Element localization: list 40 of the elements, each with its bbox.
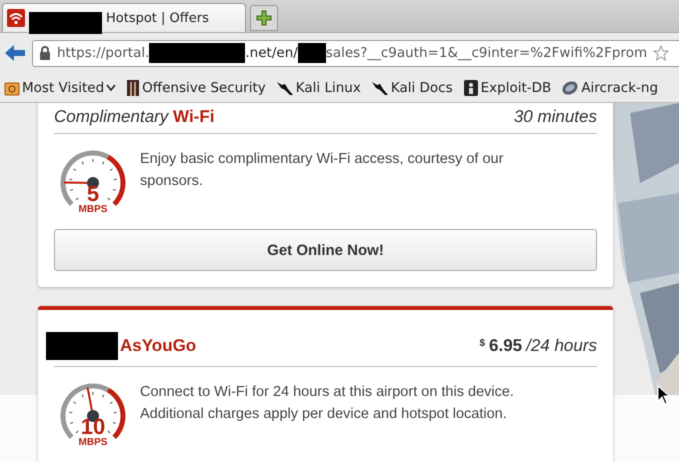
get-online-button[interactable]: Get Online Now! bbox=[54, 229, 597, 271]
offer-description: Connect to Wi-Fi for 24 hours at this airport on this device. Additional charges apply per device and hotspot location. bbox=[140, 383, 515, 424]
bookmark-item[interactable]: Most Visited bbox=[4, 80, 116, 96]
price-period: /24 hours bbox=[526, 336, 597, 356]
bookmark-item[interactable]: Aircrack-ng bbox=[561, 80, 658, 96]
offer-title: Complimentary bbox=[54, 107, 170, 127]
speed-value: 5 bbox=[86, 184, 100, 204]
redaction-bar bbox=[46, 332, 118, 360]
folder-icon bbox=[4, 80, 20, 96]
dragon-icon bbox=[276, 80, 294, 96]
offer-title: Wi-Fi bbox=[173, 107, 214, 127]
url-text: .net/en/ bbox=[245, 45, 298, 61]
currency-symbol: $ bbox=[479, 338, 486, 349]
price-amount: 6.95 bbox=[489, 336, 522, 356]
bookmark-item[interactable]: Kali Linux bbox=[276, 80, 361, 96]
wifi-icon bbox=[7, 9, 25, 27]
bookmark-item[interactable]: Offensive Security bbox=[126, 78, 266, 96]
lock-icon bbox=[39, 46, 51, 60]
chevron-down-icon bbox=[106, 84, 116, 92]
mouse-pointer-icon bbox=[657, 385, 671, 405]
plus-icon bbox=[256, 10, 272, 26]
address-bar[interactable]: https://portal. .net/en/ sales?__c9auth=1&__c9inter=%2Fwifi%2Fprom bbox=[32, 40, 679, 66]
back-arrow-icon[interactable] bbox=[4, 44, 26, 62]
url-text: sales?__c9auth=1&__c9inter=%2Fwifi%2Fprom bbox=[326, 45, 648, 61]
speed-value: 10 bbox=[80, 417, 106, 437]
redaction-bar bbox=[298, 43, 326, 63]
bookmark-item[interactable]: Exploit-DB bbox=[462, 78, 552, 96]
door-icon bbox=[126, 78, 140, 96]
offer-title: AsYouGo bbox=[120, 336, 196, 356]
new-tab-button[interactable] bbox=[250, 5, 278, 31]
url-text: https://portal. bbox=[57, 45, 150, 61]
bookmark-item[interactable]: Kali Docs bbox=[370, 80, 453, 96]
tab-title: Hotspot | Offers bbox=[106, 10, 209, 26]
dragon-icon bbox=[370, 80, 389, 96]
speed-unit: MBPS bbox=[78, 204, 108, 215]
browser-tab[interactable]: Hotspot | Offers bbox=[2, 3, 246, 32]
offer-description: Enjoy basic complimentary Wi-Fi access, courtesy of our sponsors. bbox=[140, 150, 504, 191]
star-icon[interactable] bbox=[653, 45, 670, 61]
duration-label: 30 minutes bbox=[514, 107, 597, 127]
speed-unit: MBPS bbox=[78, 437, 108, 448]
